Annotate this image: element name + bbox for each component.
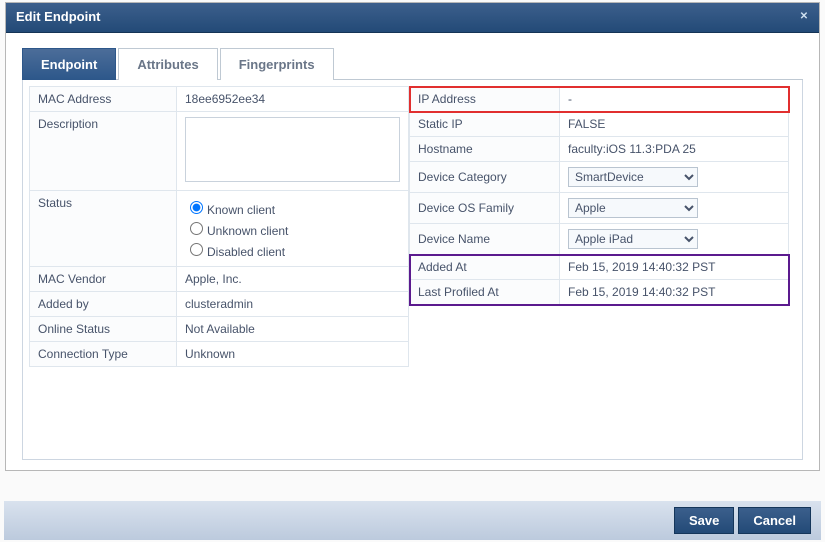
description-cell: [177, 112, 409, 191]
device-category-label: Device Category: [410, 162, 560, 193]
tab-endpoint[interactable]: Endpoint: [22, 48, 116, 80]
form-columns: MAC Address 18ee6952ee34 Description Sta…: [29, 86, 796, 367]
last-profiled-label: Last Profiled At: [410, 280, 560, 305]
timestamps-group: Added At Feb 15, 2019 14:40:32 PST Last …: [410, 255, 789, 305]
device-name-cell: Apple iPad: [560, 224, 789, 255]
device-category-cell: SmartDevice: [560, 162, 789, 193]
status-unknown-radio[interactable]: [190, 222, 203, 235]
mac-address-label: MAC Address: [30, 87, 177, 112]
mac-address-value: 18ee6952ee34: [177, 87, 409, 112]
added-at-value: Feb 15, 2019 14:40:32 PST: [560, 255, 789, 280]
status-unknown-option[interactable]: Unknown client: [185, 219, 400, 238]
hostname-value: faculty:iOS 11.3:PDA 25: [560, 137, 789, 162]
device-os-cell: Apple: [560, 193, 789, 224]
right-form-table: IP Address - Static IP FALSE Hostname fa…: [409, 86, 789, 305]
device-os-select[interactable]: Apple: [568, 198, 698, 218]
dialog-title: Edit Endpoint: [16, 9, 100, 24]
close-icon[interactable]: ✕: [799, 12, 809, 22]
device-name-select[interactable]: Apple iPad: [568, 229, 698, 249]
cancel-button[interactable]: Cancel: [738, 507, 811, 534]
ip-address-value: -: [560, 87, 789, 112]
tab-fingerprints[interactable]: Fingerprints: [220, 48, 334, 80]
status-disabled-label: Disabled client: [207, 245, 285, 259]
status-disabled-option[interactable]: Disabled client: [185, 240, 400, 259]
added-by-label: Added by: [30, 292, 177, 317]
left-column: MAC Address 18ee6952ee34 Description Sta…: [29, 86, 409, 367]
status-cell: Known client Unknown client Disabled cli…: [177, 191, 409, 267]
online-status-label: Online Status: [30, 317, 177, 342]
description-input[interactable]: [185, 117, 400, 182]
status-known-option[interactable]: Known client: [185, 198, 400, 217]
ip-address-row: IP Address -: [410, 87, 789, 112]
tab-bar: Endpoint Attributes Fingerprints: [22, 47, 803, 80]
tab-content: MAC Address 18ee6952ee34 Description Sta…: [22, 80, 803, 460]
device-name-label: Device Name: [410, 224, 560, 255]
device-os-label: Device OS Family: [410, 193, 560, 224]
static-ip-value: FALSE: [560, 112, 789, 137]
online-status-value: Not Available: [177, 317, 409, 342]
status-known-radio[interactable]: [190, 201, 203, 214]
mac-vendor-label: MAC Vendor: [30, 267, 177, 292]
added-at-label: Added At: [410, 255, 560, 280]
status-unknown-label: Unknown client: [207, 224, 288, 238]
connection-type-value: Unknown: [177, 342, 409, 367]
connection-type-label: Connection Type: [30, 342, 177, 367]
mac-vendor-value: Apple, Inc.: [177, 267, 409, 292]
dialog-footer: Save Cancel: [4, 501, 821, 540]
dialog-body: Endpoint Attributes Fingerprints MAC Add…: [6, 33, 819, 470]
save-button[interactable]: Save: [674, 507, 734, 534]
status-label: Status: [30, 191, 177, 267]
device-category-select[interactable]: SmartDevice: [568, 167, 698, 187]
last-profiled-value: Feb 15, 2019 14:40:32 PST: [560, 280, 789, 305]
ip-address-label: IP Address: [410, 87, 560, 112]
dialog-title-bar: Edit Endpoint ✕: [6, 3, 819, 33]
right-column: IP Address - Static IP FALSE Hostname fa…: [409, 86, 796, 367]
description-label: Description: [30, 112, 177, 191]
status-radio-group: Known client Unknown client Disabled cli…: [185, 198, 400, 259]
hostname-label: Hostname: [410, 137, 560, 162]
status-disabled-radio[interactable]: [190, 243, 203, 256]
left-form-table: MAC Address 18ee6952ee34 Description Sta…: [29, 86, 409, 367]
static-ip-label: Static IP: [410, 112, 560, 137]
tab-attributes[interactable]: Attributes: [118, 48, 217, 80]
added-by-value: clusteradmin: [177, 292, 409, 317]
status-known-label: Known client: [207, 203, 275, 217]
edit-endpoint-dialog: Edit Endpoint ✕ Endpoint Attributes Fing…: [5, 2, 820, 471]
